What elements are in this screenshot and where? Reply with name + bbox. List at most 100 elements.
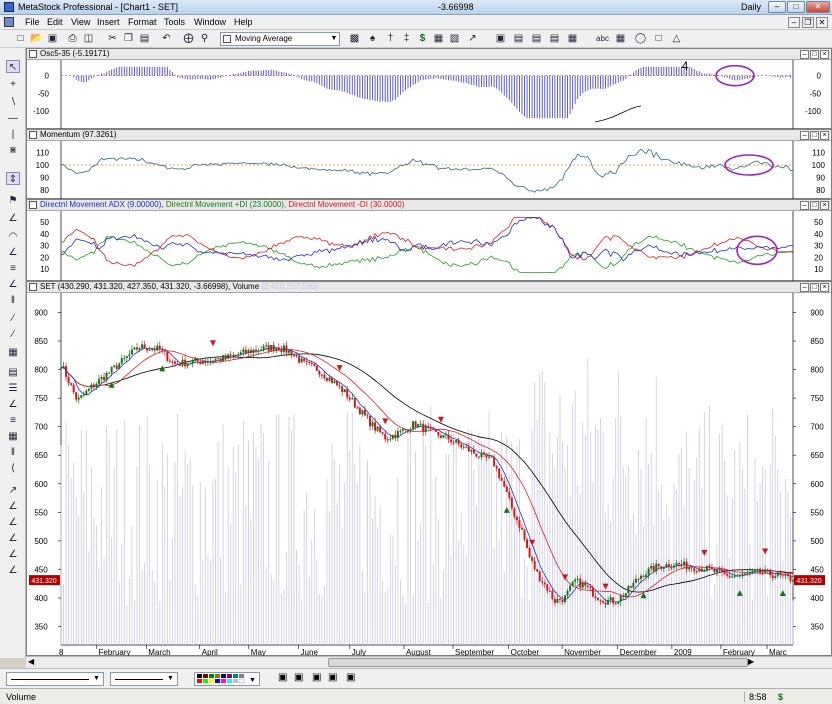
rectangle-icon[interactable]: □ (652, 32, 665, 45)
scroll-right-icon[interactable]: ▶ (748, 657, 754, 666)
horizontal-scrollbar[interactable]: ◀ ▶ (26, 656, 832, 668)
object-prop-2-icon[interactable]: ▣ (294, 672, 303, 683)
close-button[interactable]: ✕ (806, 1, 830, 13)
fib-ext-icon[interactable]: ∠ (6, 532, 20, 545)
bracket-icon[interactable]: ⟨ (6, 462, 20, 475)
oscillator-pane[interactable]: Osc5-35 (-5.19171) –□× 00-50-50-100-1003… (26, 48, 832, 129)
system-tester-icon[interactable]: † (384, 32, 397, 45)
cross-icon[interactable]: + (6, 78, 20, 91)
pane-minimize-button[interactable]: – (800, 50, 809, 59)
mdi-close-button[interactable]: ✕ (816, 17, 828, 28)
layout-4-icon[interactable]: ▤ (548, 32, 561, 45)
raff-icon[interactable]: ‖ (6, 446, 20, 459)
layout-2-icon[interactable]: ▤ (512, 32, 525, 45)
pane-maximize-button[interactable]: □ (810, 131, 819, 140)
cut-icon[interactable]: ✂ (106, 32, 119, 45)
object-prop-5-icon[interactable]: ▣ (346, 672, 355, 683)
text-tool-icon[interactable]: abc (596, 32, 609, 45)
price-pane[interactable]: SET (430.290, 431.320, 427.350, 431.320,… (26, 281, 832, 656)
pane-select-icon[interactable] (29, 50, 37, 58)
pattern-icon[interactable]: ▦ (6, 346, 20, 359)
mdi-minimize-button[interactable]: – (788, 17, 800, 28)
pane-maximize-button[interactable]: □ (810, 201, 819, 210)
andrews-icon[interactable]: ≡ (6, 414, 20, 427)
fib-time-icon[interactable]: ∠ (6, 548, 20, 561)
line-weight-select[interactable]: ▼ (110, 672, 178, 686)
minimize-button[interactable]: – (768, 1, 786, 13)
color-palette-select[interactable]: ▼ (194, 672, 260, 686)
mdi-restore-button[interactable]: ❐ (802, 17, 814, 28)
menu-help[interactable]: Help (234, 17, 253, 27)
pane-minimize-button[interactable]: – (800, 131, 809, 140)
dollar-icon[interactable]: $ (416, 32, 429, 45)
ellipse-icon[interactable]: ◯ (634, 32, 647, 45)
vertical-line-icon[interactable]: | (6, 128, 20, 141)
pane-minimize-button[interactable]: – (800, 283, 809, 292)
print-icon[interactable]: ⎙ (66, 32, 79, 45)
scroll-thumb[interactable] (328, 658, 748, 667)
tirone-icon[interactable]: ▦ (6, 430, 20, 443)
rect-fill-icon[interactable]: ▤ (6, 366, 20, 379)
snap-icon[interactable]: ⇕ (6, 172, 20, 185)
time-zones-icon[interactable]: ‖ (6, 294, 20, 307)
pointer-icon[interactable]: ↖ (6, 60, 20, 73)
layout-1-icon[interactable]: ▣ (494, 32, 507, 45)
gann-icon[interactable]: ∠ (6, 278, 20, 291)
pane-select-icon[interactable] (29, 201, 37, 209)
data-window-icon[interactable]: ▧ (448, 32, 461, 45)
speed-lines-icon[interactable]: ∠ (6, 212, 20, 225)
indicator-select[interactable]: Moving Average ▼ (220, 32, 340, 46)
pane-select-icon[interactable] (29, 283, 37, 291)
fan-icon[interactable]: ∠ (6, 246, 20, 259)
flag-icon[interactable]: ⚑ (6, 194, 20, 207)
adx-pane[interactable]: Directnl Movement ADX (9.00000), Directn… (26, 199, 832, 281)
triangle-icon[interactable]: △ (670, 32, 683, 45)
text-block-icon[interactable]: ☰ (6, 382, 20, 395)
speed-arc-icon[interactable]: ∠ (6, 398, 20, 411)
expert-icon[interactable]: ♠ (366, 32, 379, 45)
grid-tool-icon[interactable]: ▦ (432, 32, 445, 45)
undo-icon[interactable]: ↶ (160, 32, 173, 45)
momentum-pane[interactable]: Momentum (97.3261) – □ × 110 110 100 100 90 90 8… (26, 129, 832, 199)
object-prop-1-icon[interactable]: ▣ (278, 672, 287, 683)
menu-window[interactable]: Window (194, 17, 226, 27)
zoom-icon[interactable]: ⚲ (198, 32, 211, 45)
menu-file[interactable]: File (25, 17, 40, 27)
regression-icon[interactable]: ∕ (6, 328, 20, 341)
object-prop-4-icon[interactable]: ▣ (328, 672, 337, 683)
pane-select-icon[interactable] (29, 131, 37, 139)
table-icon[interactable]: ▦ (614, 32, 627, 45)
paste-icon[interactable]: ▤ (138, 32, 151, 45)
fibonacci-icon[interactable]: ≡ (6, 262, 20, 275)
crosshair-icon[interactable]: ⨁ (182, 32, 195, 45)
buy-arrow-icon[interactable]: ↗ (6, 484, 20, 497)
menu-format[interactable]: Format (128, 17, 157, 27)
horizontal-line-icon[interactable]: — (6, 112, 20, 125)
line-style-select[interactable]: ▼ (6, 672, 104, 686)
pane-close-button[interactable]: × (820, 50, 829, 59)
pane-maximize-button[interactable]: □ (810, 50, 819, 59)
arc-icon[interactable]: ◠ (6, 230, 20, 243)
menu-tools[interactable]: Tools (164, 17, 185, 27)
object-prop-3-icon[interactable]: ▣ (312, 672, 321, 683)
cycle-lines-icon[interactable]: ⋇ (6, 144, 20, 157)
layout-5-icon[interactable]: ▦ (566, 32, 579, 45)
new-icon[interactable]: □ (14, 32, 27, 45)
pane-close-button[interactable]: × (820, 283, 829, 292)
maximize-button[interactable]: □ (787, 1, 805, 13)
help-pointer-icon[interactable]: ↗ (466, 32, 479, 45)
print-preview-icon[interactable]: ◫ (82, 32, 95, 45)
fib-fan-icon[interactable]: ∠ (6, 500, 20, 513)
copy-icon[interactable]: ❐ (122, 32, 135, 45)
layout-3-icon[interactable]: ▤ (530, 32, 543, 45)
trendline-icon[interactable]: ∖ (6, 96, 20, 109)
pane-maximize-button[interactable]: □ (810, 283, 819, 292)
menu-view[interactable]: View (71, 17, 90, 27)
save-icon[interactable]: ▣ (46, 32, 59, 45)
menu-insert[interactable]: Insert (97, 17, 120, 27)
channel-icon[interactable]: ∕ (6, 312, 20, 325)
fib-arc-icon[interactable]: ∠ (6, 516, 20, 529)
explorer-icon[interactable]: ‡ (400, 32, 413, 45)
pane-minimize-button[interactable]: – (800, 201, 809, 210)
pane-close-button[interactable]: × (820, 201, 829, 210)
